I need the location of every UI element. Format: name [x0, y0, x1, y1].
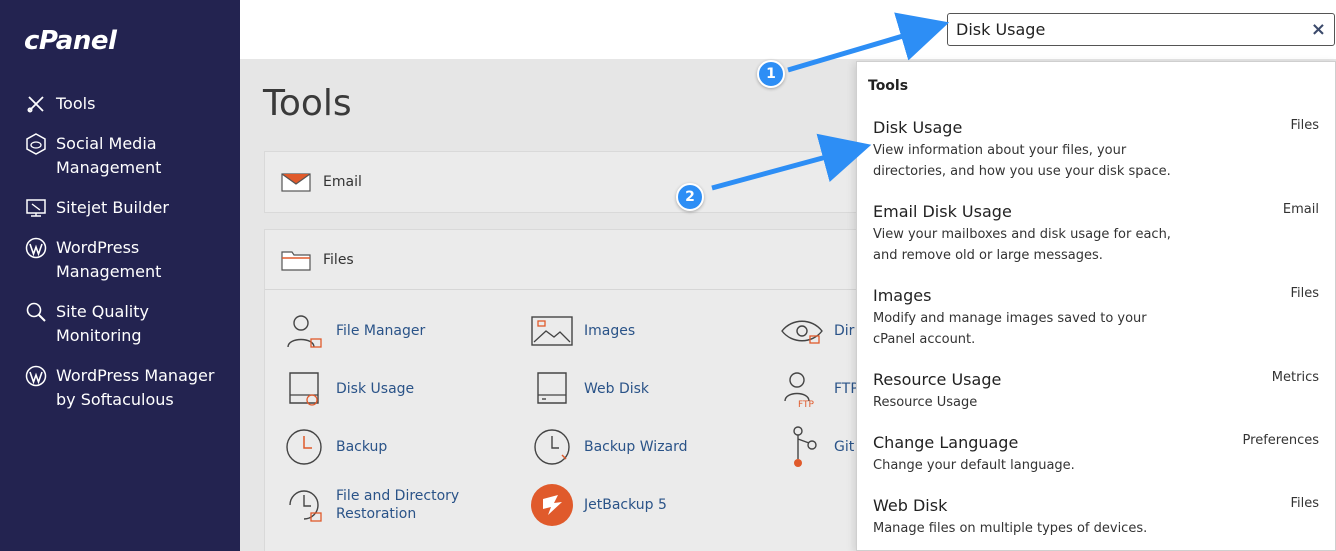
search-results-dropdown: Tools Disk Usage View information about …	[856, 61, 1336, 551]
result-email-disk-usage[interactable]: Email Disk Usage View your mailboxes and…	[873, 202, 1319, 266]
tool-label: Git	[834, 439, 855, 455]
sidebar-item-label: Tools	[56, 94, 96, 113]
result-category: Metrics	[1271, 370, 1319, 385]
tool-label: Web Disk	[584, 381, 650, 397]
tool-backup-wizard[interactable]: Backup Wizard	[530, 425, 688, 469]
wordpress-icon	[24, 236, 48, 260]
result-description: Change your default language.	[873, 458, 1075, 473]
tool-directory-privacy[interactable]: Dir	[780, 309, 854, 353]
sidebar-item-tools[interactable]: Tools	[0, 92, 240, 116]
sidebar-nav: Tools Social Media Management Sitejet Bu…	[0, 92, 240, 428]
result-description: Modify and manage images saved to your c…	[873, 311, 1147, 347]
file-manager-icon	[282, 309, 326, 353]
wordpress-icon	[24, 364, 48, 388]
sidebar: cPanel Tools Social Media Management Sit…	[0, 0, 240, 551]
page-title: Tools	[263, 83, 352, 124]
tool-disk-usage[interactable]: Disk Usage	[282, 367, 414, 411]
folder-icon	[281, 250, 311, 271]
result-name: Disk Usage	[873, 118, 963, 137]
images-icon	[530, 309, 574, 353]
result-name: Email Disk Usage	[873, 202, 1012, 221]
sidebar-item-wordpress-management[interactable]: WordPress Management	[0, 236, 240, 284]
tools-icon	[24, 92, 48, 116]
tool-ftp[interactable]: FTP FTP	[780, 367, 859, 411]
svg-text:FTP: FTP	[798, 400, 815, 409]
tool-label: Images	[584, 323, 636, 339]
sidebar-item-sitejet[interactable]: Sitejet Builder	[0, 196, 240, 220]
sidebar-item-site-quality[interactable]: Site Quality Monitoring	[0, 300, 240, 348]
file-restoration-icon	[282, 483, 326, 527]
result-description: Resource Usage	[873, 395, 978, 410]
jetbackup-icon	[530, 483, 574, 527]
sitejet-icon	[24, 196, 48, 220]
result-description: Manage files on multiple types of device…	[873, 521, 1148, 536]
search-input[interactable]	[948, 14, 1288, 45]
dropdown-heading: Tools	[868, 78, 909, 94]
git-icon	[780, 425, 824, 469]
site-quality-icon	[24, 300, 48, 324]
clear-search-button[interactable]: ×	[1311, 19, 1326, 40]
tool-label: Disk Usage	[336, 381, 415, 397]
sidebar-item-label: Social Media Management	[56, 134, 162, 177]
result-resource-usage[interactable]: Resource Usage Resource Usage Metrics	[873, 370, 1319, 413]
tool-label: Backup	[336, 439, 388, 455]
tool-git[interactable]: Git	[780, 425, 854, 469]
tool-backup[interactable]: Backup	[282, 425, 387, 469]
disk-usage-icon	[282, 367, 326, 411]
tool-file-restoration[interactable]: File and Directory Restoration	[282, 483, 466, 527]
tool-file-manager[interactable]: File Manager	[282, 309, 425, 353]
backup-wizard-icon	[530, 425, 574, 469]
result-images[interactable]: Images Modify and manage images saved to…	[873, 286, 1319, 350]
result-name: Web Disk	[873, 496, 948, 515]
result-name: Images	[873, 286, 932, 305]
search-box: ×	[947, 13, 1335, 46]
result-category: Email	[1282, 202, 1319, 217]
sidebar-item-wordpress-softaculous[interactable]: WordPress Manager by Softaculous	[0, 364, 240, 412]
result-name: Resource Usage	[873, 370, 1002, 389]
backup-icon	[282, 425, 326, 469]
result-description: View your mailboxes and disk usage for e…	[873, 227, 1171, 263]
social-media-icon	[24, 132, 48, 156]
result-description: View information about your files, your …	[873, 143, 1171, 179]
callout-2: 2	[676, 183, 704, 211]
result-category: Files	[1290, 118, 1319, 133]
tool-jetbackup[interactable]: JetBackup 5	[530, 483, 667, 527]
result-category: Preferences	[1242, 433, 1319, 448]
tool-images[interactable]: Images	[530, 309, 635, 353]
tool-label: Backup Wizard	[584, 439, 688, 455]
tool-label: Dir	[834, 323, 855, 339]
section-label: Email	[323, 174, 362, 190]
result-category: Files	[1290, 496, 1319, 511]
tool-web-disk[interactable]: Web Disk	[530, 367, 649, 411]
tool-label: File Manager	[336, 323, 426, 339]
tool-label: File and Directory Restoration	[336, 488, 460, 522]
tool-label: JetBackup 5	[584, 497, 667, 513]
web-disk-icon	[530, 367, 574, 411]
section-label: Files	[323, 251, 354, 268]
result-change-language[interactable]: Change Language Change your default lang…	[873, 433, 1319, 476]
sidebar-item-label: WordPress Management	[56, 238, 162, 281]
callout-1: 1	[757, 60, 785, 88]
sidebar-item-label: WordPress Manager by Softaculous	[56, 366, 215, 409]
result-disk-usage[interactable]: Disk Usage View information about your f…	[873, 118, 1319, 182]
directory-privacy-icon	[780, 309, 824, 353]
cpanel-logo[interactable]: cPanel	[24, 26, 117, 56]
sidebar-item-label: Site Quality Monitoring	[56, 302, 149, 345]
result-category: Files	[1290, 286, 1319, 301]
ftp-icon: FTP	[780, 367, 824, 411]
sidebar-item-social-media[interactable]: Social Media Management	[0, 132, 240, 180]
envelope-icon	[281, 173, 311, 192]
sidebar-item-label: Sitejet Builder	[56, 198, 169, 217]
result-web-disk[interactable]: Web Disk Manage files on multiple types …	[873, 496, 1319, 539]
